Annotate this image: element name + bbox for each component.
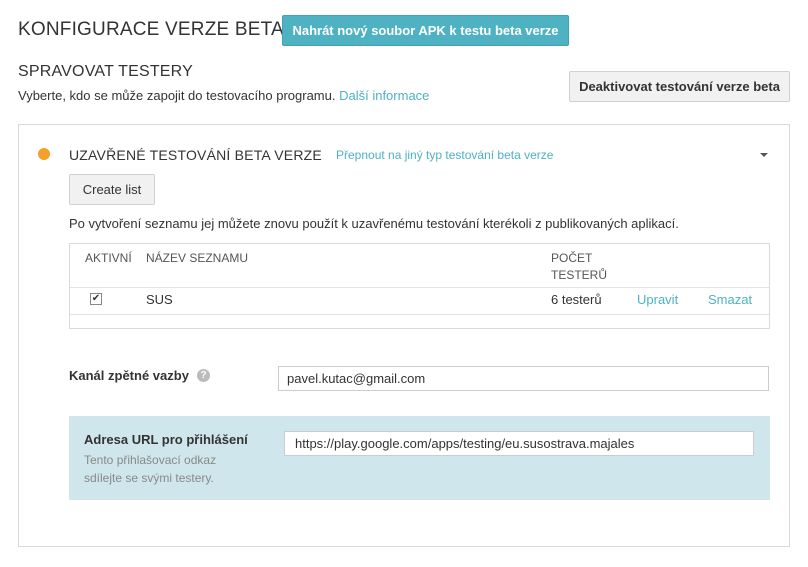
create-list-button[interactable]: Create list [69, 174, 155, 205]
login-url-sublabel: Tento přihlašovací odkaz sdílejte se svý… [84, 453, 217, 485]
switch-testing-type-link[interactable]: Přepnout na jiný typ testování beta verz… [336, 148, 553, 162]
table-divider [70, 314, 769, 315]
more-info-link[interactable]: Další informace [339, 88, 429, 103]
feedback-channel-label: Kanál zpětné vazby [69, 368, 189, 383]
column-header-count-line1: POČET [551, 251, 593, 265]
column-header-active: AKTIVNÍ [85, 251, 132, 265]
feedback-channel-input[interactable] [278, 366, 769, 391]
delete-list-link[interactable]: Smazat [708, 292, 752, 307]
column-header-count: POČET TESTERŮ [551, 250, 607, 284]
column-header-name: NÁZEV SEZNAMU [146, 251, 249, 265]
login-url-box: Adresa URL pro přihlášení Tento přihlašo… [69, 416, 770, 500]
upload-apk-button[interactable]: Nahrát nový soubor APK k testu beta verz… [282, 15, 569, 46]
list-name-cell: SUS [146, 292, 173, 307]
tester-count-cell: 6 testerů [551, 292, 602, 307]
login-url-input[interactable] [284, 431, 754, 456]
status-dot-icon [38, 148, 50, 160]
testers-section-title: SPRAVOVAT TESTERY [18, 63, 194, 80]
edit-list-link[interactable]: Upravit [637, 292, 678, 307]
active-checkbox[interactable]: ✔ [90, 293, 102, 305]
column-header-count-line2: TESTERŮ [551, 268, 608, 282]
tester-lists-table: AKTIVNÍ NÁZEV SEZNAMU POČET TESTERŮ ✔ SU… [69, 243, 770, 329]
deactivate-beta-button[interactable]: Deaktivovat testování verze beta [569, 71, 790, 102]
page-title: KONFIGURACE VERZE BETA [18, 19, 284, 40]
login-url-label: Adresa URL pro přihlášení [84, 432, 248, 447]
list-note: Po vytvoření seznamu jej můžete znovu po… [69, 216, 679, 231]
table-divider [70, 287, 769, 288]
testers-description-text: Vyberte, kdo se může zapojit do testovac… [18, 88, 336, 103]
testers-description: Vyberte, kdo se může zapojit do testovac… [18, 88, 429, 103]
help-icon[interactable]: ? [197, 369, 210, 382]
closed-beta-panel: UZAVŘENÉ TESTOVÁNÍ BETA VERZE Přepnout n… [18, 124, 790, 547]
chevron-down-icon[interactable] [760, 153, 768, 157]
panel-title: UZAVŘENÉ TESTOVÁNÍ BETA VERZE [69, 147, 322, 163]
